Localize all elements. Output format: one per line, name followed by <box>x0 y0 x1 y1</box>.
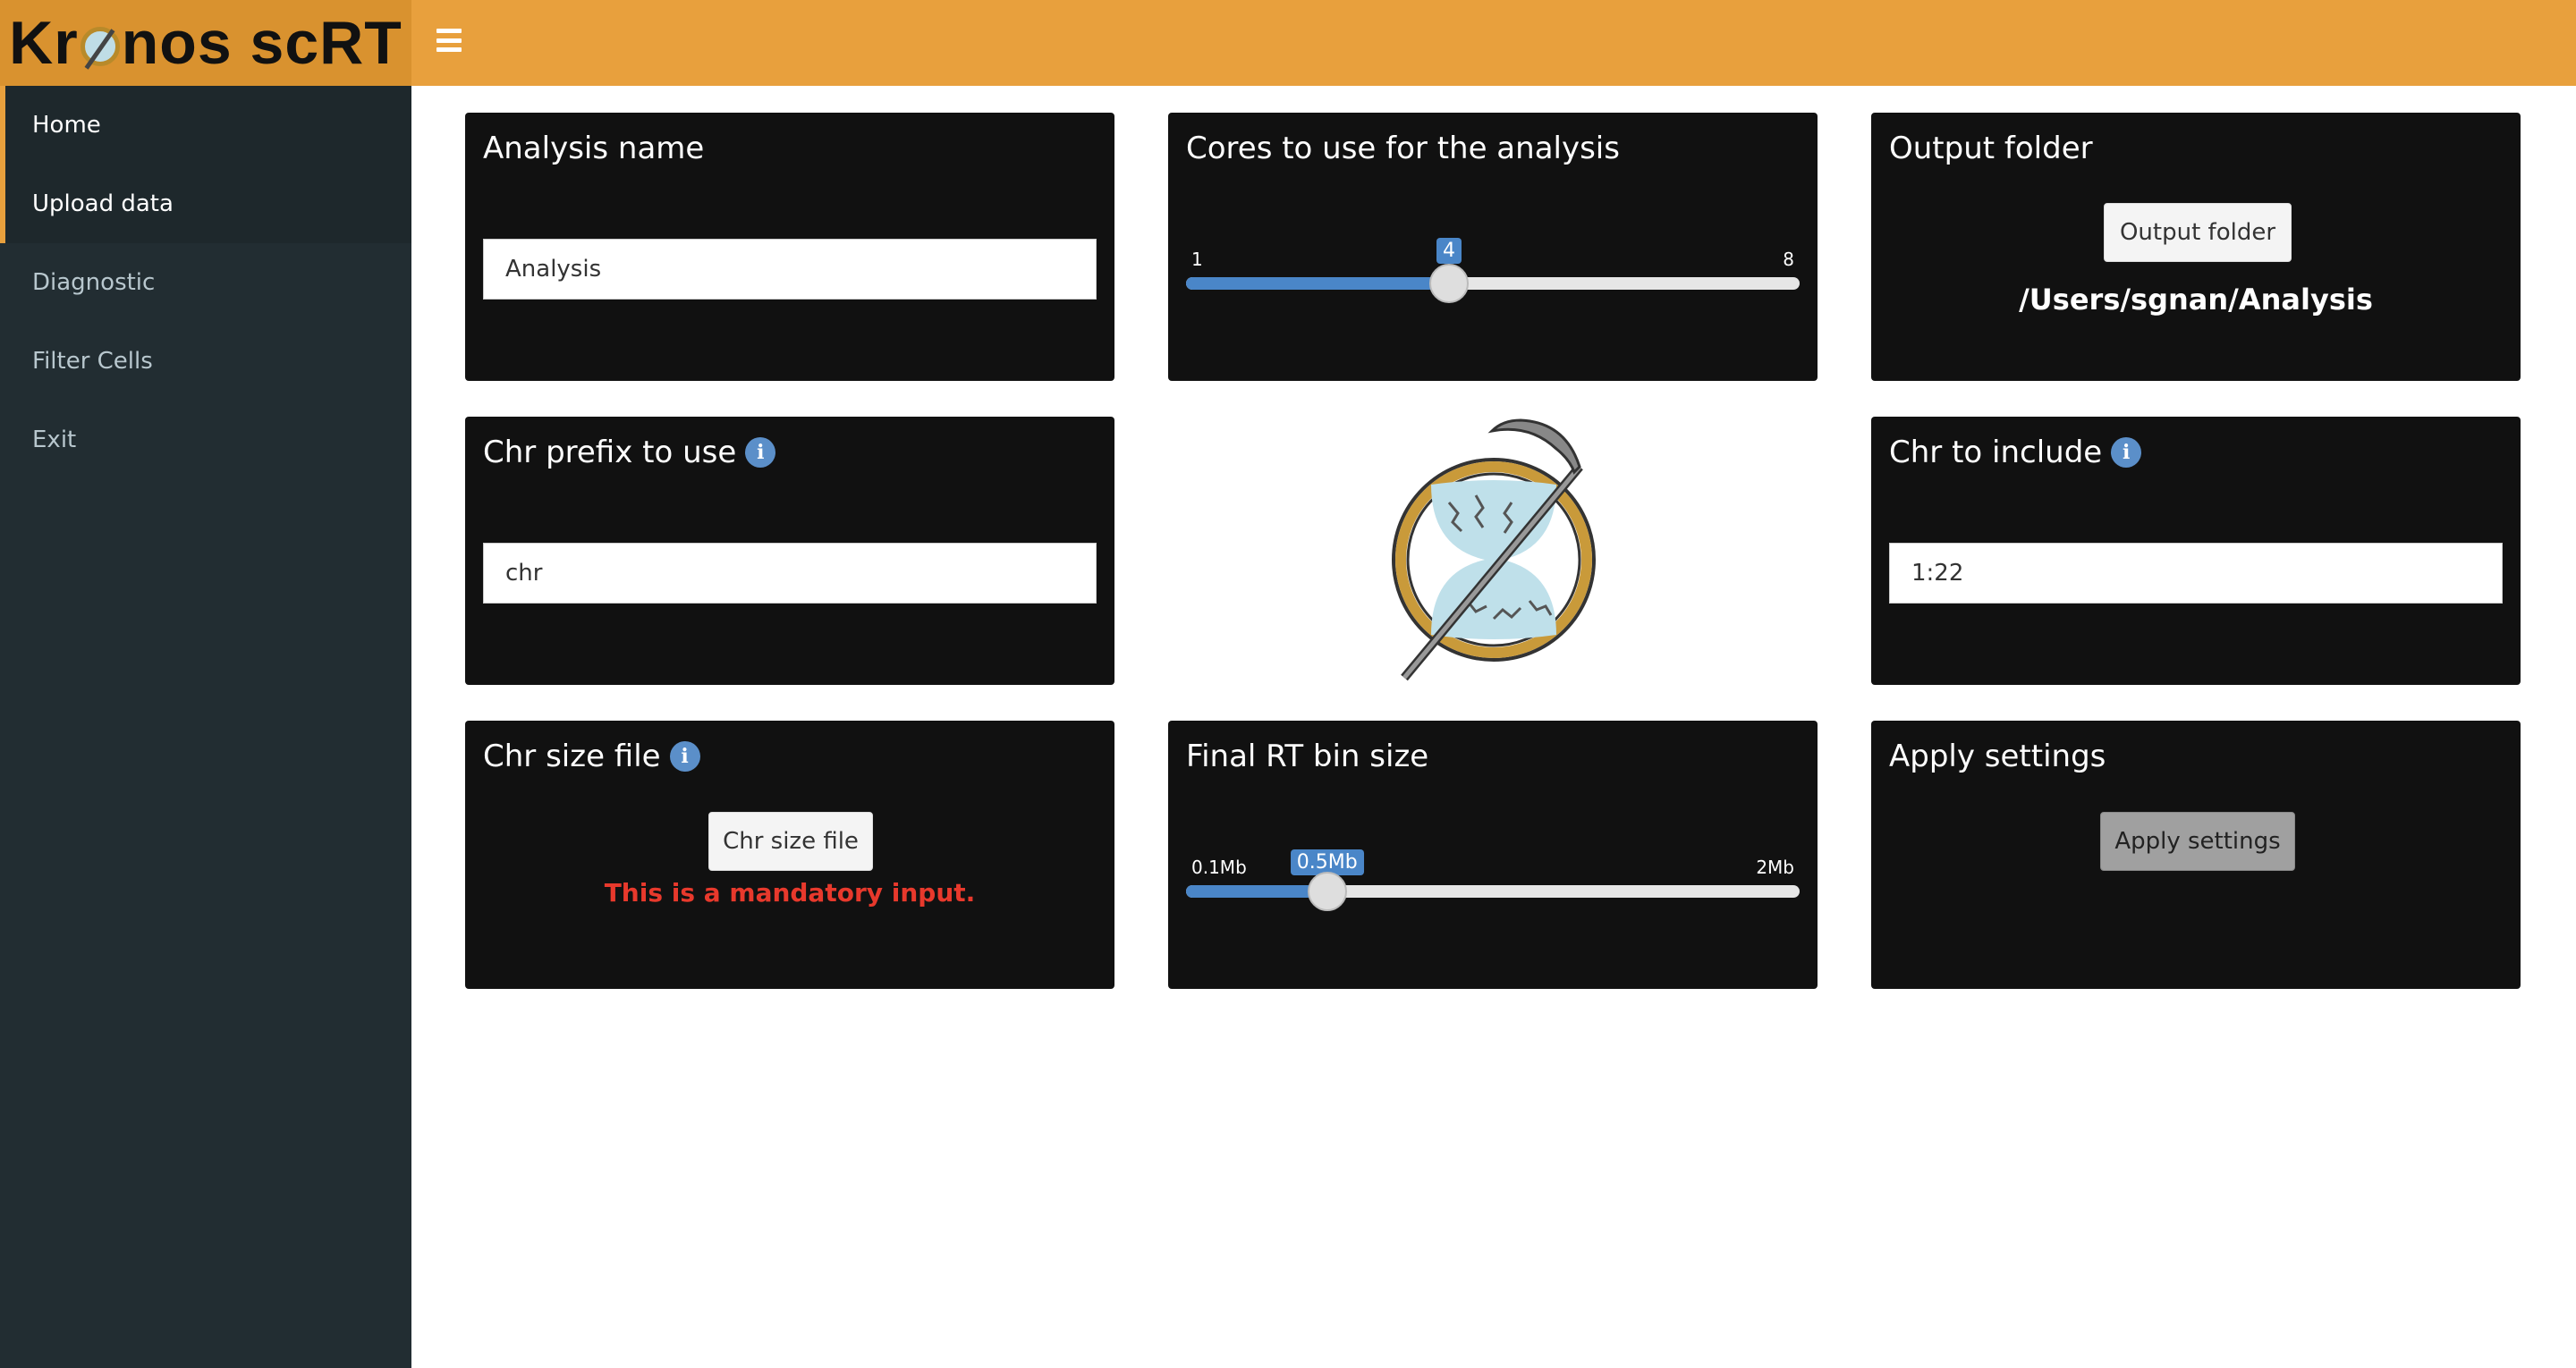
slider-min-label: 0.1Mb <box>1191 857 1247 878</box>
sidebar-item-upload-data[interactable]: Upload data <box>0 165 411 243</box>
chr-include-panel: Chr to include i 1:22 <box>1871 417 2521 685</box>
button-label: Apply settings <box>2114 828 2281 855</box>
sidebar-item-filter-cells[interactable]: Filter Cells <box>0 322 411 401</box>
info-icon[interactable]: i <box>745 437 776 468</box>
app-logo[interactable]: Kr nos scRT <box>0 0 411 86</box>
chr-prefix-value: chr <box>505 560 543 587</box>
info-icon[interactable]: i <box>669 741 700 772</box>
panel-title-text: Chr prefix to use <box>483 435 737 470</box>
sidebar-item-label: Upload data <box>32 190 174 217</box>
sidebar-item-diagnostic[interactable]: Diagnostic <box>0 243 411 322</box>
bin-size-panel: Final RT bin size 0.1Mb 2Mb 0.5Mb <box>1168 721 1818 989</box>
panel-title: Chr size file i <box>483 739 700 774</box>
slider-track[interactable] <box>1186 885 1800 898</box>
slider-max-label: 2Mb <box>1756 857 1794 878</box>
panel-title-text: Cores to use for the analysis <box>1186 131 1620 166</box>
cores-panel: Cores to use for the analysis 1 8 4 <box>1168 113 1818 381</box>
mandatory-warning: This is a mandatory input. <box>604 878 976 908</box>
slider-handle[interactable] <box>1429 264 1469 303</box>
output-folder-path: /Users/sgnan/Analysis <box>2019 283 2373 317</box>
sidebar-item-exit[interactable]: Exit <box>0 401 411 479</box>
analysis-name-panel: Analysis name Analysis <box>465 113 1114 381</box>
panel-title: Chr to include i <box>1889 435 2142 470</box>
panel-title-text: Apply settings <box>1889 739 2106 774</box>
analysis-name-value: Analysis <box>505 256 602 283</box>
analysis-name-input[interactable]: Analysis <box>483 239 1097 300</box>
chr-prefix-panel: Chr prefix to use i chr <box>465 417 1114 685</box>
kronos-hourglass-logo <box>1392 418 1596 681</box>
panel-title-text: Final RT bin size <box>1186 739 1429 774</box>
chr-prefix-input[interactable]: chr <box>483 543 1097 604</box>
button-label: Chr size file <box>723 828 859 855</box>
panel-title: Chr prefix to use i <box>483 435 776 470</box>
panel-title-text: Chr size file <box>483 739 661 774</box>
chr-size-file-button[interactable]: Chr size file <box>708 812 873 871</box>
button-label: Output folder <box>2119 219 2276 246</box>
panel-title-text: Output folder <box>1889 131 2093 166</box>
panel-title: Apply settings <box>1889 739 2106 774</box>
hamburger-icon[interactable] <box>436 29 462 52</box>
panel-title-text: Analysis name <box>483 131 705 166</box>
sidebar-item-label: Exit <box>32 426 77 453</box>
bin-size-slider[interactable]: 0.1Mb 2Mb 0.5Mb <box>1186 846 1800 926</box>
cores-slider[interactable]: 1 8 4 <box>1186 238 1800 318</box>
app-title-suffix: nos scRT <box>121 9 402 77</box>
chr-include-input[interactable]: 1:22 <box>1889 543 2503 604</box>
slider-handle[interactable] <box>1307 872 1347 911</box>
app-title-prefix: Kr <box>9 9 79 77</box>
top-header: Kr nos scRT <box>0 0 2576 86</box>
panel-title: Cores to use for the analysis <box>1186 131 1620 166</box>
panel-title-text: Chr to include <box>1889 435 2103 470</box>
sidebar-item-home[interactable]: Home <box>0 86 411 165</box>
panel-title: Analysis name <box>483 131 704 166</box>
apply-settings-button[interactable]: Apply settings <box>2100 812 2295 871</box>
slider-min-label: 1 <box>1191 249 1203 270</box>
panel-title: Final RT bin size <box>1186 739 1428 774</box>
apply-settings-panel: Apply settings Apply settings <box>1871 721 2521 989</box>
slider-fill <box>1186 885 1327 898</box>
slider-fill <box>1186 277 1449 290</box>
sidebar-item-label: Home <box>32 112 101 139</box>
chr-include-value: 1:22 <box>1911 560 1964 587</box>
hourglass-logo-icon <box>80 27 120 66</box>
output-folder-button[interactable]: Output folder <box>2104 203 2292 262</box>
sidebar-item-label: Diagnostic <box>32 269 156 296</box>
app-title: Kr nos scRT <box>9 8 402 78</box>
info-icon[interactable]: i <box>2111 437 2142 468</box>
output-folder-panel: Output folder Output folder /Users/sgnan… <box>1871 113 2521 381</box>
slider-track[interactable] <box>1186 277 1800 290</box>
slider-max-label: 8 <box>1783 249 1794 270</box>
slider-value-badge: 4 <box>1436 238 1462 264</box>
sidebar: Home Upload data Diagnostic Filter Cells… <box>0 86 411 1368</box>
sidebar-item-label: Filter Cells <box>32 348 153 375</box>
panel-title: Output folder <box>1889 131 2093 166</box>
chr-size-panel: Chr size file i Chr size file This is a m… <box>465 721 1114 989</box>
